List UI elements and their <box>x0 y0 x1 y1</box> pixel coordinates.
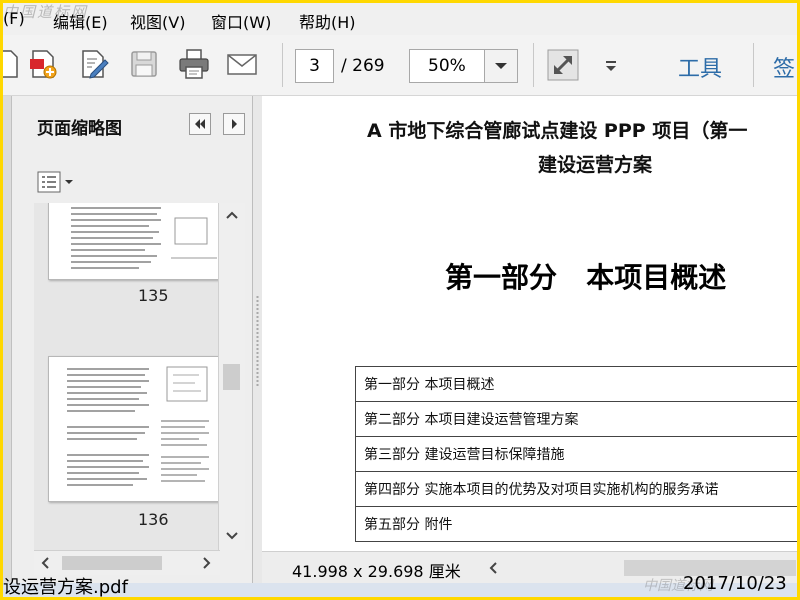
create-pdf-icon[interactable] <box>27 47 61 81</box>
page-number-input[interactable]: 3 <box>295 49 334 83</box>
scrollbar-thumb[interactable] <box>62 556 162 570</box>
menu-window[interactable]: 窗口(W) <box>211 9 271 33</box>
toc-cell: 第四部分 实施本项目的优势及对项目实施机构的服务承诺 <box>355 471 797 507</box>
taskbar-filename[interactable]: 设运营方案.pdf <box>3 573 128 597</box>
splitter-grip <box>256 296 259 386</box>
menu-file[interactable]: (F) <box>3 9 25 28</box>
print-icon[interactable] <box>177 47 211 81</box>
thumbnail-vertical-scrollbar[interactable] <box>218 203 245 550</box>
collapse-panel-button[interactable] <box>189 113 211 135</box>
toc-table: 第一部分 本项目概述 第二部分 本项目建设运营管理方案 第三部分 建设运营目标保… <box>355 366 797 542</box>
more-icon[interactable] <box>601 53 621 77</box>
page-size-readout: 41.998 x 29.698 厘米 <box>292 562 461 581</box>
scroll-left-icon[interactable] <box>488 561 500 575</box>
app-window: 中国道标网 (F) 编辑(E) 视图(V) 窗口(W) 帮助(H) 3 / 26… <box>3 3 797 597</box>
toc-row: 第一部分 本项目概述 <box>355 366 797 402</box>
menu-edit[interactable]: 编辑(E) <box>53 9 108 33</box>
thumbnail-list[interactable]: 135 136 <box>34 203 244 550</box>
thumbnail-panel: 页面缩略图 135 136 <box>3 96 253 583</box>
menu-help[interactable]: 帮助(H) <box>299 9 356 33</box>
edit-icon[interactable] <box>77 47 111 81</box>
total-pages: / 269 <box>341 56 385 76</box>
tools-button[interactable]: 工具 <box>678 51 722 83</box>
scroll-right-icon[interactable] <box>200 556 212 570</box>
document-subtitle: 建设运营方案 <box>538 154 653 176</box>
panel-edge-strip <box>3 96 12 583</box>
save-icon[interactable] <box>127 47 161 81</box>
toolbar-separator <box>753 43 754 87</box>
thumbnail-page-136[interactable] <box>48 356 225 502</box>
scroll-down-icon[interactable] <box>224 530 240 542</box>
toolbar: 3 / 269 50% 工具 签 <box>3 35 797 96</box>
fullscreen-icon[interactable] <box>547 49 579 81</box>
sign-button[interactable]: 签 <box>773 51 795 83</box>
toc-cell: 第五部分 附件 <box>355 506 797 542</box>
chevron-right-icon <box>232 119 237 129</box>
chevron-down-icon <box>495 63 507 69</box>
toc-row: 第五部分 附件 <box>355 506 797 542</box>
panel-title: 页面缩略图 <box>37 119 122 139</box>
scrollbar-thumb[interactable] <box>223 364 240 390</box>
toc-cell: 第一部分 本项目概述 <box>355 366 797 402</box>
email-icon[interactable] <box>225 47 259 81</box>
toc-cell: 第三部分 建设运营目标保障措施 <box>355 436 797 472</box>
document-icon[interactable] <box>3 47 23 81</box>
thumbnail-content <box>71 207 217 269</box>
toc-row: 第二部分 本项目建设运营管理方案 <box>355 401 797 437</box>
scroll-up-icon[interactable] <box>224 209 240 221</box>
thumbnail-options-icon[interactable] <box>37 171 77 193</box>
taskbar-date: 2017/10/23 <box>683 573 787 594</box>
thumbnail-horizontal-scrollbar[interactable] <box>34 550 220 575</box>
toolbar-separator <box>282 43 283 87</box>
toc-row: 第四部分 实施本项目的优势及对项目实施机构的服务承诺 <box>355 471 797 507</box>
zoom-dropdown-button[interactable] <box>484 49 518 83</box>
panel-splitter[interactable] <box>253 96 262 583</box>
expand-panel-button[interactable] <box>223 113 245 135</box>
double-chevron-left-icon <box>195 119 205 129</box>
scroll-left-icon[interactable] <box>40 556 52 570</box>
thumbnail-content <box>67 366 209 486</box>
toolbar-separator <box>533 43 534 87</box>
zoom-input[interactable]: 50% <box>409 49 485 83</box>
thumbnail-label: 135 <box>138 286 169 305</box>
menu-bar: 中国道标网 (F) 编辑(E) 视图(V) 窗口(W) 帮助(H) <box>3 3 797 35</box>
toc-row: 第三部分 建设运营目标保障措施 <box>355 436 797 472</box>
document-heading: 第一部分 本项目概述 <box>445 261 727 294</box>
thumbnail-label: 136 <box>138 510 169 529</box>
thumbnail-page-135[interactable] <box>48 203 225 280</box>
toc-cell: 第二部分 本项目建设运营管理方案 <box>355 401 797 437</box>
document-page: A 市地下综合管廊试点建设 PPP 项目（第一 建设运营方案 第一部分 本项目概… <box>262 96 797 551</box>
menu-view[interactable]: 视图(V) <box>130 9 185 33</box>
document-title: A 市地下综合管廊试点建设 PPP 项目（第一 <box>367 120 748 142</box>
